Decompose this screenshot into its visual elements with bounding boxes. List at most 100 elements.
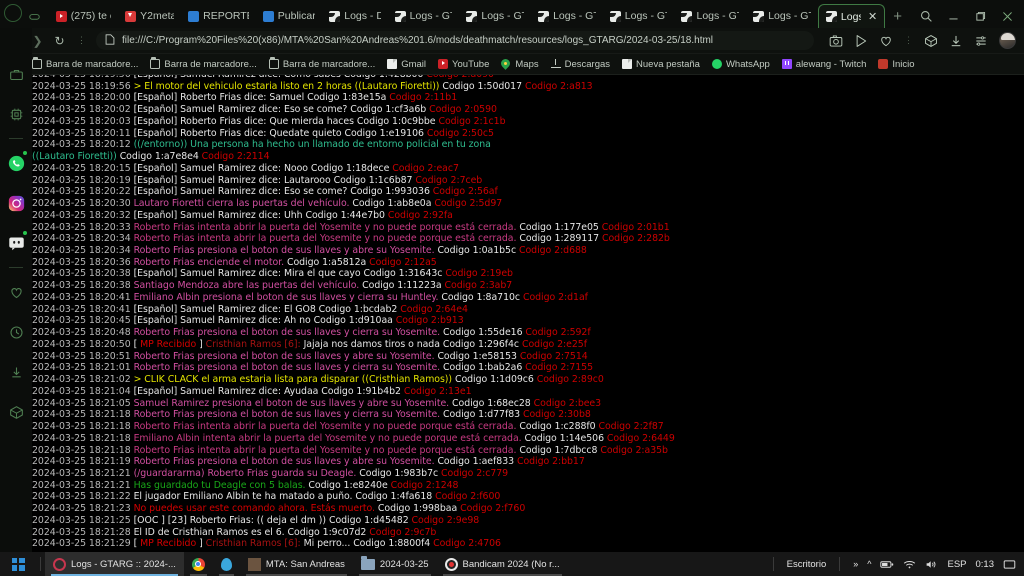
sidebar-item-discord[interactable] (0, 223, 32, 263)
forward-arrow-icon[interactable]: ❯ (30, 34, 45, 48)
tab-close-icon[interactable]: ✕ (868, 10, 877, 23)
log-segment: Codigo 2:0590 (429, 104, 497, 116)
taskbar-item[interactable]: Bandicam 2024 (No r... (437, 552, 568, 576)
camera-icon[interactable] (829, 34, 843, 48)
log-segment: 2024-03-25 18:20:48 (32, 327, 134, 339)
log-segment: Codigo 1:68ec28 (452, 397, 534, 409)
bookmark-label: Barra de marcadore... (164, 58, 257, 70)
log-segment: Roberto Frias intenta abrir la puerta de… (133, 221, 520, 233)
browser-tab[interactable]: (275) te ca (49, 4, 118, 28)
sidebar-item-history[interactable] (0, 312, 32, 352)
download-icon (125, 10, 137, 22)
vivaldi-logo-icon[interactable] (4, 4, 22, 22)
log-segment: Codigo 1:bab2a6 (443, 362, 526, 374)
download-icon[interactable] (949, 34, 963, 48)
bookmark-item[interactable]: WhatsApp (711, 59, 770, 70)
log-line: 2024-03-25 18:21:01 Roberto Frias presio… (32, 362, 1024, 374)
windows-start-button[interactable] (0, 552, 36, 576)
vivaldi-icon (53, 557, 66, 571)
log-segment: [Español] Samuel Ramirez dice: Uhh Codig… (133, 209, 388, 221)
sidebar-item-extensions[interactable] (0, 392, 32, 432)
search-icon[interactable] (920, 10, 933, 26)
chevron-right-icon[interactable]: » (853, 559, 858, 569)
bookmark-item[interactable]: Gmail (387, 59, 426, 70)
bookmark-item[interactable]: Descargas (550, 58, 611, 70)
browser-tab[interactable]: Publicar u (256, 4, 322, 28)
browser-tab[interactable]: Logs - GTA (674, 4, 746, 28)
browser-tab[interactable]: Y2meta - (118, 4, 181, 28)
sidebar-item-bookmarks[interactable] (0, 54, 32, 94)
sidebar-item-ai[interactable] (0, 94, 32, 134)
wifi-icon[interactable] (903, 559, 916, 570)
taskbar-item[interactable] (184, 552, 213, 576)
bookmark-item[interactable]: Maps (501, 58, 539, 70)
window-controls (910, 10, 1024, 28)
bookmark-item[interactable]: Nueva pestaña (622, 59, 700, 70)
log-segment: Roberto Frias presiona el boton de sus l… (133, 350, 438, 362)
bookmark-item[interactable]: Barra de marcadore... (268, 57, 375, 70)
maximize-icon[interactable] (974, 10, 987, 26)
bookmark-item[interactable]: Barra de marcadore... (32, 57, 138, 70)
sidebar-item-downloads[interactable] (0, 352, 32, 392)
taskbar-item[interactable]: Logs - GTARG :: 2024-... (45, 552, 184, 576)
browser-tab[interactable]: Logs - GTA (603, 4, 675, 28)
bookmark-item[interactable]: Inicio (878, 59, 915, 70)
battery-icon[interactable] (880, 559, 894, 570)
browser-tab[interactable] (22, 4, 49, 28)
notification-icon[interactable] (1003, 559, 1016, 570)
log-segment: Codigo 2:a813 (524, 80, 593, 92)
new-tab-button[interactable]: + (885, 6, 910, 28)
log-segment: 2024-03-25 18:21:29 (32, 538, 134, 550)
log-segment: Codigo 2:64e4 (400, 303, 468, 315)
reload-icon[interactable]: ↻ (52, 34, 67, 48)
sidebar-item-whatsapp[interactable] (0, 143, 32, 183)
chat-icon (262, 10, 274, 22)
log-segment: Codigo 2:282b (601, 233, 670, 245)
url-input[interactable]: file:///C:/Program%20Files%20(x86)/MTA%2… (96, 31, 814, 50)
language-indicator[interactable]: ESP (947, 559, 966, 570)
clock[interactable]: 0:13 (976, 559, 995, 570)
browser-tab[interactable]: Logs - GTA (388, 4, 460, 28)
log-segment: Codigo 1:11223a (362, 280, 445, 292)
taskbar-item[interactable] (213, 552, 240, 576)
browser-tab[interactable]: Logs - Do (322, 4, 387, 28)
bookmark-label: Descargas (564, 58, 611, 70)
minimize-icon[interactable] (947, 10, 960, 26)
hamburger-menu-icon[interactable] (974, 34, 988, 48)
bookmark-item[interactable]: Barra de marcadore... (150, 57, 257, 70)
bookmark-item[interactable]: YouTube (438, 59, 489, 70)
avatar[interactable] (999, 32, 1016, 49)
vertical-dots-icon[interactable]: ⋮ (74, 36, 89, 45)
log-segment: Codigo 1:998baa (377, 503, 461, 515)
heart-icon[interactable] (879, 34, 893, 48)
sidebar-item-instagram[interactable] (0, 183, 32, 223)
browser-tab[interactable]: Logs - GTA (531, 4, 603, 28)
taskbar-item[interactable]: 2024-03-25 (353, 552, 437, 576)
browser-tab[interactable]: Logs - GTA (459, 4, 531, 28)
bookmark-label: Maps (515, 58, 539, 70)
send-icon[interactable] (854, 34, 868, 48)
taskbar-item[interactable]: MTA: San Andreas (240, 552, 353, 576)
volume-icon[interactable] (925, 559, 938, 570)
log-segment: 2024-03-25 18:21:04 (32, 385, 134, 397)
desktop-label[interactable]: Escritorio (787, 559, 827, 570)
log-segment: Codigo 2:7514 (519, 350, 588, 362)
log-segment: 2024-03-25 18:21:02 (32, 374, 134, 386)
log-segment: 2024-03-25 18:20:03 (32, 115, 134, 127)
chevron-up-icon[interactable]: ^ (867, 559, 871, 569)
log-line: 2024-03-25 18:20:03 [Español] Roberto Fr… (32, 116, 1024, 128)
box-icon[interactable] (924, 34, 938, 48)
browser-tab[interactable]: Logs - GTA (746, 4, 818, 28)
close-icon[interactable] (1001, 10, 1014, 26)
log-segment: [Español] Samuel Ramirez dice: Como sabe… (134, 75, 427, 80)
bookmark-item[interactable]: alewang - Twitch (781, 59, 866, 70)
browser-tab[interactable]: REPORTE / (181, 4, 256, 28)
log-segment: Roberto Frias presiona el boton de sus l… (133, 327, 444, 339)
tab-label: Logs - (840, 10, 861, 23)
log-segment: Roberto Frias presiona el boton de sus l… (133, 456, 438, 468)
browser-tab[interactable]: Logs - ✕ (817, 4, 886, 28)
vertical-dots-icon[interactable]: ⋮ (904, 36, 913, 45)
sidebar-item-favorites[interactable] (0, 272, 32, 312)
log-segment: 2024-03-25 18:21:01 (32, 362, 134, 374)
log-segment: Codigo 1:1d09c6 (454, 374, 537, 386)
